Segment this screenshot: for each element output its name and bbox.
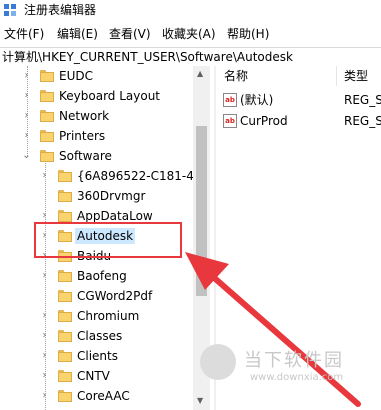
tree-item[interactable]: › CoreAAC: [0, 386, 200, 406]
folder-icon: [40, 70, 54, 82]
folder-icon: [58, 350, 72, 362]
expand-chevron-icon[interactable]: ›: [40, 311, 49, 321]
tree-item-label[interactable]: Clients: [75, 348, 120, 364]
watermark-text: 当下软件园: [244, 350, 344, 371]
tree-item-label[interactable]: Network: [57, 108, 111, 124]
collapse-chevron-icon[interactable]: ⌄: [22, 151, 31, 161]
value-type: REG_S/: [344, 93, 381, 107]
value-name: (默认): [240, 93, 274, 107]
tree-item-label[interactable]: {6A896522-C181-40: [75, 168, 204, 184]
tree-item-label[interactable]: Chromium: [75, 308, 141, 324]
expand-chevron-icon[interactable]: ›: [40, 331, 49, 341]
tree-item-label[interactable]: CNTV: [75, 368, 112, 384]
folder-icon: [58, 270, 72, 282]
scroll-down-icon[interactable]: ▼: [197, 396, 203, 405]
address-bar[interactable]: 计算机\HKEY_CURRENT_USER\Software\Autodesk: [0, 47, 381, 67]
address-path[interactable]: 计算机\HKEY_CURRENT_USER\Software\Autodesk: [2, 49, 293, 65]
string-value-icon: ab: [223, 114, 237, 128]
tree-item[interactable]: › CNTV: [0, 366, 200, 386]
watermark-logo-icon: [200, 344, 236, 380]
menu-help[interactable]: 帮助(H): [227, 26, 269, 42]
tree-item-label[interactable]: Classes: [75, 328, 124, 344]
expand-chevron-icon[interactable]: ›: [22, 131, 31, 141]
tree-item-label[interactable]: CoreAAC: [75, 388, 132, 404]
menu-view[interactable]: 查看(V): [109, 26, 151, 42]
expand-chevron-icon[interactable]: ›: [40, 371, 49, 381]
tree-item-label[interactable]: 360Drvmgr: [75, 188, 147, 204]
folder-icon: [40, 90, 54, 102]
tree-item[interactable]: 360Drvmgr: [0, 186, 200, 206]
tree-item[interactable]: › Clients: [0, 346, 200, 366]
folder-icon: [58, 310, 72, 322]
folder-icon: [40, 150, 54, 162]
expand-chevron-icon[interactable]: ›: [22, 111, 31, 121]
annotation-highlight-box: [34, 222, 182, 258]
value-row[interactable]: ab CurProd REG_S/: [216, 111, 381, 131]
menu-bar: 文件(F) 编辑(E) 查看(V) 收藏夹(A) 帮助(H): [0, 24, 381, 44]
expand-chevron-icon[interactable]: [40, 191, 49, 200]
column-header-type[interactable]: 类型: [344, 68, 368, 84]
folder-icon: [58, 210, 72, 222]
scroll-thumb[interactable]: [196, 126, 207, 296]
tree-item[interactable]: › Printers: [0, 126, 200, 146]
string-value-icon: ab: [223, 93, 237, 107]
tree-item[interactable]: › {6A896522-C181-40: [0, 166, 202, 186]
expand-chevron-icon[interactable]: ›: [40, 391, 49, 401]
menu-favorites[interactable]: 收藏夹(A): [162, 26, 216, 42]
expand-chevron-icon[interactable]: ›: [40, 351, 49, 361]
tree-item-label[interactable]: Printers: [57, 128, 107, 144]
expand-chevron-icon[interactable]: ›: [22, 91, 31, 101]
menu-file[interactable]: 文件(F): [4, 26, 44, 42]
folder-icon: [40, 130, 54, 142]
tree-item[interactable]: ⌄ Software: [0, 146, 200, 166]
tree-item[interactable]: › Keyboard Layout: [0, 86, 200, 106]
tree-item[interactable]: › EUDC: [0, 66, 200, 86]
tree-item-label[interactable]: Keyboard Layout: [57, 88, 162, 104]
folder-icon: [58, 290, 72, 302]
tree-item[interactable]: › Network: [0, 106, 200, 126]
value-name: CurProd: [240, 114, 288, 128]
value-row[interactable]: ab (默认) REG_S/: [216, 90, 381, 110]
tree-item-label[interactable]: EUDC: [57, 68, 95, 84]
expand-chevron-icon[interactable]: ›: [22, 71, 31, 81]
tree-item[interactable]: CGWord2Pdf: [0, 286, 200, 306]
watermark-url: www.downxia.com: [250, 372, 344, 383]
folder-icon: [40, 110, 54, 122]
expand-chevron-icon[interactable]: [40, 291, 49, 300]
folder-icon: [58, 170, 72, 182]
expand-chevron-icon[interactable]: ›: [40, 211, 49, 221]
window-title: 注册表编辑器: [24, 3, 97, 17]
tree-item-label[interactable]: Baofeng: [75, 268, 129, 284]
tree-item[interactable]: › Chromium: [0, 306, 200, 326]
tree-item-label[interactable]: CGWord2Pdf: [75, 288, 154, 304]
tree-item[interactable]: › Classes: [0, 326, 200, 346]
tree-item[interactable]: › Baofeng: [0, 266, 200, 286]
folder-icon: [58, 390, 72, 402]
folder-icon: [58, 370, 72, 382]
value-type: REG_S/: [344, 114, 381, 128]
menu-edit[interactable]: 编辑(E): [57, 26, 98, 42]
expand-chevron-icon[interactable]: ›: [40, 171, 49, 181]
column-divider[interactable]: [336, 66, 337, 86]
column-header-name[interactable]: 名称: [224, 68, 248, 84]
expand-chevron-icon[interactable]: ›: [40, 271, 49, 281]
folder-icon: [58, 330, 72, 342]
scroll-up-icon[interactable]: ▲: [197, 69, 203, 78]
folder-icon: [58, 190, 72, 202]
title-bar: 注册表编辑器: [0, 0, 381, 20]
tree-item-label[interactable]: Software: [57, 148, 114, 164]
registry-editor-icon: [4, 4, 16, 16]
